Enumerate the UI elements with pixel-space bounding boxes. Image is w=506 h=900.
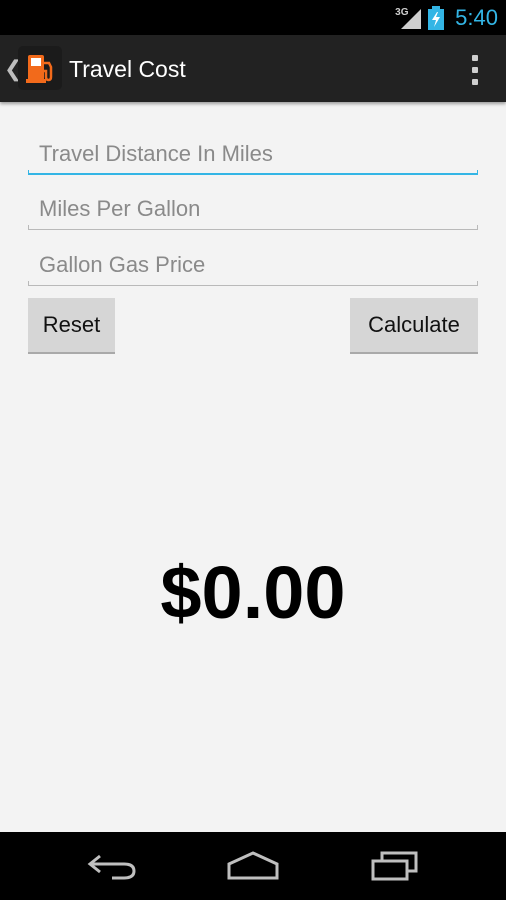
distance-field[interactable] — [28, 133, 478, 175]
navigation-bar — [0, 832, 506, 900]
distance-underline — [28, 170, 478, 175]
status-icons: 3G 5:40 — [395, 0, 498, 35]
calculate-button[interactable]: Calculate — [350, 298, 478, 354]
main-content: Reset Calculate $0.00 — [0, 102, 506, 832]
home-icon[interactable] — [226, 850, 280, 887]
back-icon[interactable] — [86, 850, 138, 887]
distance-input[interactable] — [28, 133, 478, 175]
mpg-underline — [28, 225, 478, 230]
fuel-pump-icon[interactable] — [18, 46, 62, 90]
price-field[interactable] — [28, 244, 478, 286]
overflow-menu-icon[interactable] — [468, 55, 482, 85]
battery-charging-icon — [427, 5, 445, 30]
mpg-input[interactable] — [28, 188, 478, 230]
travel-cost-result: $0.00 — [160, 551, 346, 634]
reset-button[interactable]: Reset — [28, 298, 115, 354]
mpg-field[interactable] — [28, 188, 478, 230]
clock: 5:40 — [455, 4, 498, 30]
app-title: Travel Cost — [69, 56, 186, 82]
action-bar: ❮ Travel Cost — [0, 35, 506, 102]
signal-icon: 3G — [395, 5, 422, 31]
price-input[interactable] — [28, 244, 478, 286]
recents-icon[interactable] — [370, 850, 420, 887]
price-underline — [28, 281, 478, 286]
status-bar: 3G 5:40 — [0, 0, 506, 35]
